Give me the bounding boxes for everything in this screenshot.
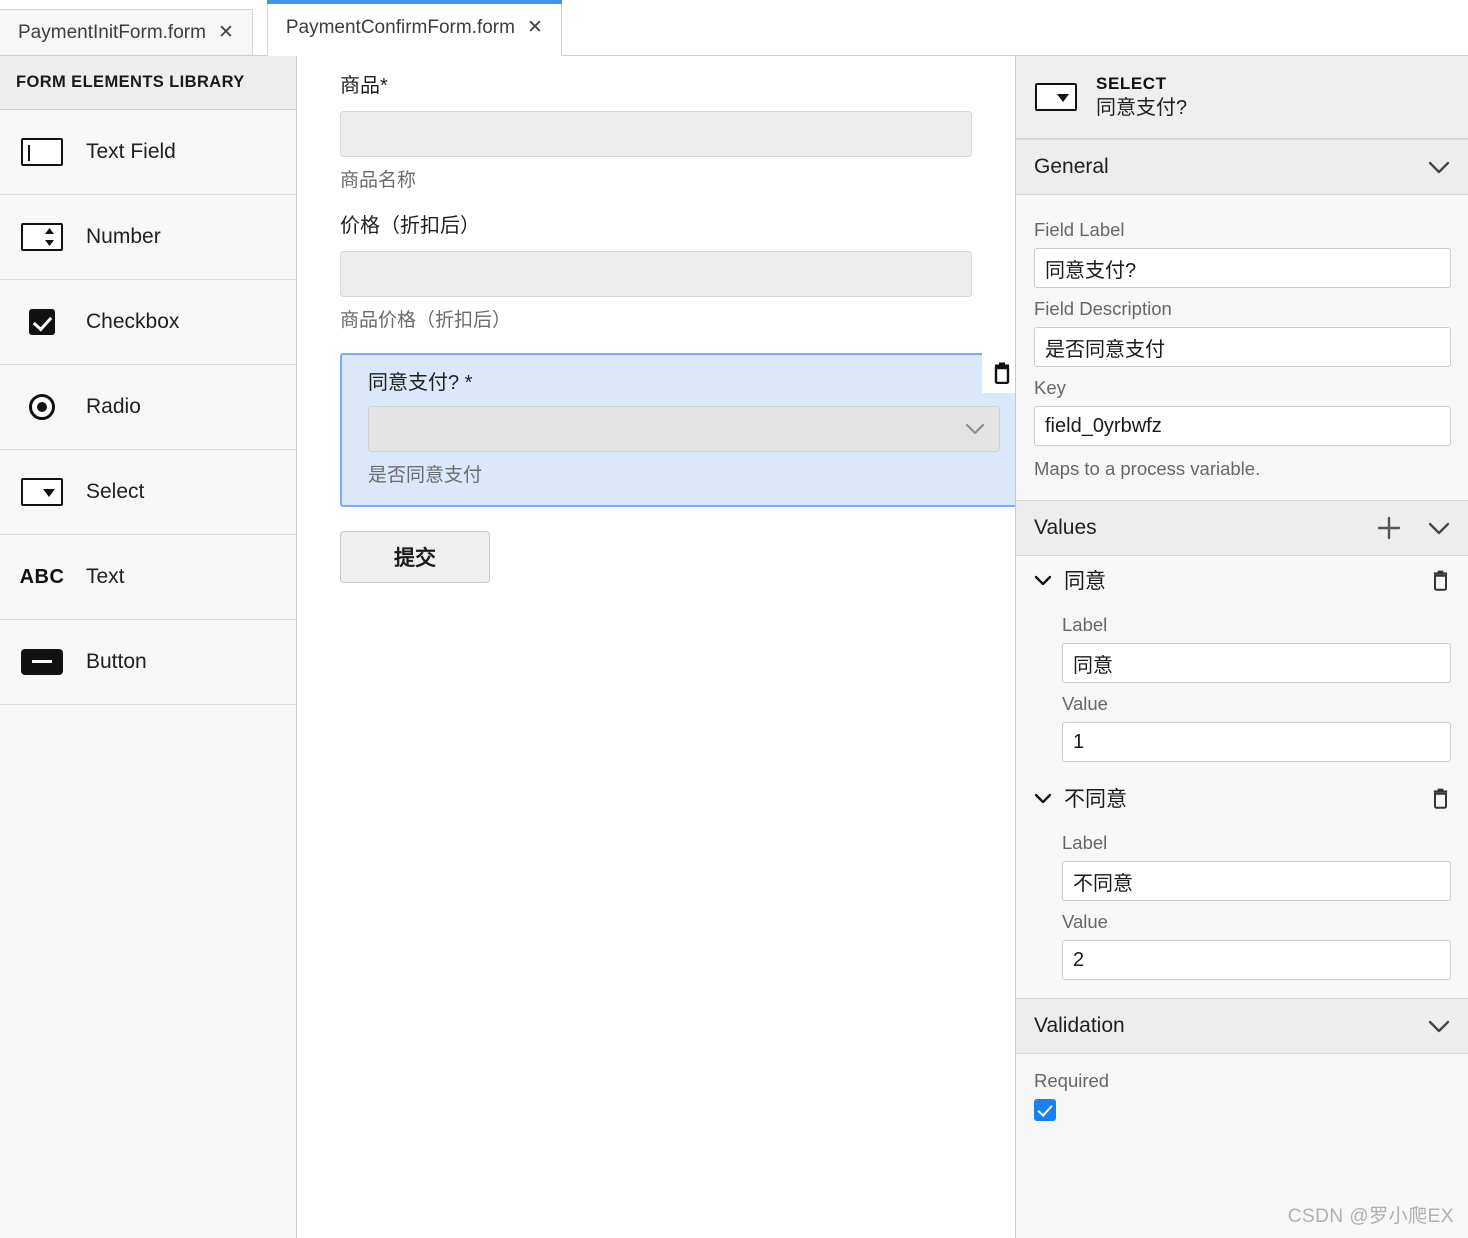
form-canvas[interactable]: 商品* 商品名称 价格（折扣后） 商品价格（折扣后） 同意支付? * 是否同意支… (298, 56, 1022, 1238)
key-caption: Key (1034, 377, 1066, 398)
inspector-header: SELECT 同意支付? (1016, 56, 1468, 139)
submit-button[interactable]: 提交 (340, 531, 490, 584)
value-value-caption: Value (1062, 693, 1108, 714)
palette-item-label: Select (86, 480, 145, 503)
agree-payment-select[interactable] (368, 406, 1000, 453)
form-field-price[interactable]: 价格（折扣后） 商品价格（折扣后） (340, 214, 994, 334)
required-checkbox[interactable] (1034, 1099, 1056, 1121)
select-icon (20, 477, 64, 507)
palette-item-button[interactable]: Button (0, 620, 296, 705)
field-description: 商品名称 (340, 170, 417, 191)
chevron-down-icon (965, 423, 985, 435)
tab-label: PaymentConfirmForm.form (285, 16, 515, 38)
palette-item-text-field[interactable]: Text Field (0, 110, 296, 195)
field-label-input[interactable] (1034, 248, 1451, 288)
value-label-input[interactable] (1062, 861, 1451, 901)
palette-item-text[interactable]: ABC Text (0, 535, 296, 620)
number-icon (20, 222, 64, 252)
section-title: Values (1034, 516, 1097, 539)
properties-panel: SELECT 同意支付? General Field Label Field D… (1015, 56, 1468, 1238)
price-input[interactable] (340, 250, 972, 297)
key-hint: Maps to a process variable. (1034, 458, 1261, 479)
inspector-element-name: 同意支付? (1096, 97, 1188, 120)
abc-text-icon: ABC (19, 565, 65, 588)
palette-item-label: Text Field (86, 140, 176, 163)
tab-payment-init-form[interactable]: PaymentInitForm.form ✕ (0, 9, 253, 55)
key-input[interactable] (1034, 406, 1451, 446)
trash-icon[interactable] (1431, 570, 1450, 591)
value-value-caption: Value (1062, 911, 1108, 932)
value-label-input[interactable] (1062, 643, 1451, 683)
text-field-icon (20, 137, 64, 167)
value-entry-header[interactable]: 不同意 (1034, 774, 1450, 822)
palette-item-label: Radio (86, 395, 141, 418)
section-header-validation[interactable]: Validation (1016, 998, 1468, 1054)
palette-item-label: Checkbox (86, 310, 180, 333)
field-description: 商品价格（折扣后） (340, 309, 512, 331)
watermark: CSDN @罗小爬EX (1287, 1206, 1454, 1227)
value-entry-header[interactable]: 同意 (1034, 556, 1450, 604)
palette-item-label: Number (86, 225, 161, 248)
checkbox-icon (20, 307, 64, 337)
field-description-caption: Field Description (1034, 298, 1172, 319)
form-editor-app: PaymentInitForm.form ✕ PaymentConfirmFor… (0, 0, 1468, 1238)
section-body-general: Field Label Field Description Key Maps t… (1016, 195, 1468, 500)
tab-payment-confirm-form[interactable]: PaymentConfirmForm.form ✕ (266, 0, 562, 56)
field-label-caption: Field Label (1034, 219, 1125, 240)
radio-icon (20, 392, 64, 422)
value-entry-title: 同意 (1064, 570, 1106, 593)
palette-item-label: Button (86, 650, 147, 673)
field-label: 商品* (340, 75, 388, 97)
field-label: 价格（折扣后） (340, 214, 480, 237)
button-icon (20, 647, 64, 677)
required-caption: Required (1034, 1070, 1110, 1091)
chevron-down-icon[interactable] (1034, 793, 1052, 804)
palette-item-number[interactable]: Number (0, 195, 296, 280)
chevron-down-icon[interactable] (1428, 161, 1450, 174)
select-icon (1034, 82, 1078, 112)
section-header-values[interactable]: Values (1016, 500, 1468, 556)
field-description: 是否同意支付 (368, 465, 483, 487)
form-field-product[interactable]: 商品* 商品名称 (340, 74, 994, 194)
value-label-caption: Label (1062, 614, 1108, 635)
value-entry-disagree: 不同意 Label Value (1016, 774, 1468, 980)
close-icon[interactable]: ✕ (218, 23, 234, 42)
value-entry-title: 不同意 (1064, 788, 1127, 811)
form-elements-library-sidebar: FORM ELEMENTS LIBRARY Text Field Number … (0, 56, 297, 1238)
chevron-down-icon[interactable] (1428, 1020, 1450, 1033)
tab-label: PaymentInitForm.form (18, 22, 206, 43)
sidebar-title: FORM ELEMENTS LIBRARY (0, 56, 296, 110)
close-icon[interactable]: ✕ (527, 18, 543, 37)
validation-body: Required (1016, 1054, 1468, 1126)
form-field-agree-payment-selected[interactable]: 同意支付? * 是否同意支付 (340, 353, 1022, 508)
value-value-input[interactable] (1062, 940, 1451, 980)
plus-icon[interactable] (1376, 515, 1402, 541)
trash-icon[interactable] (1431, 788, 1450, 809)
tab-bar: PaymentInitForm.form ✕ PaymentConfirmFor… (0, 0, 1468, 56)
product-input[interactable] (340, 111, 972, 157)
palette-item-checkbox[interactable]: Checkbox (0, 280, 296, 365)
chevron-down-icon[interactable] (1034, 575, 1052, 586)
value-value-input[interactable] (1062, 722, 1451, 762)
palette-item-select[interactable]: Select (0, 450, 296, 535)
section-title: Validation (1034, 1014, 1125, 1037)
value-label-caption: Label (1062, 832, 1108, 853)
value-entry-agree: 同意 Label Value (1016, 556, 1468, 762)
field-label: 同意支付? * (368, 372, 473, 395)
chevron-down-icon[interactable] (1428, 522, 1450, 535)
inspector-element-type: SELECT (1096, 73, 1167, 93)
palette-item-radio[interactable]: Radio (0, 365, 296, 450)
section-title: General (1034, 155, 1109, 178)
field-description-input[interactable] (1034, 327, 1451, 367)
section-header-general[interactable]: General (1016, 139, 1468, 195)
palette-item-label: Text (86, 565, 125, 588)
